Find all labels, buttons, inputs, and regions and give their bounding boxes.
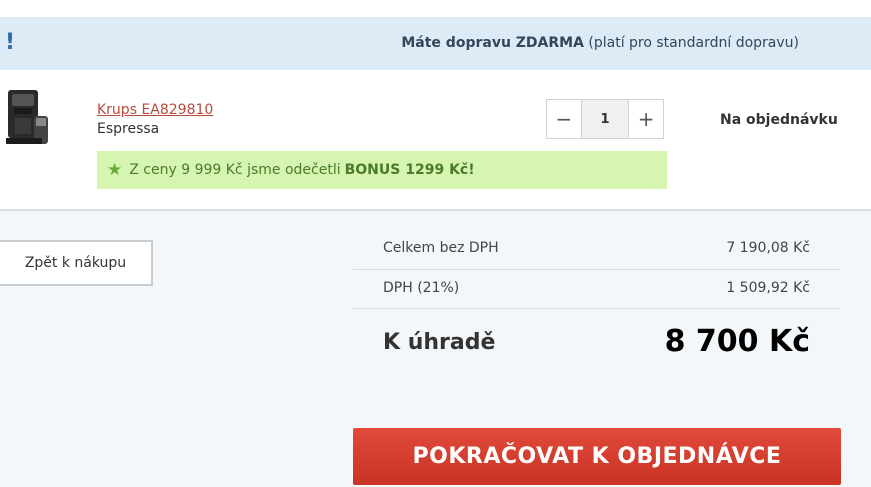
bonus-amount: BONUS 1299 Kč! xyxy=(344,162,475,178)
star-icon: ★ xyxy=(107,160,123,180)
product-name-link[interactable]: Krups EA829810 xyxy=(97,101,213,119)
minus-icon[interactable]: − xyxy=(547,100,581,138)
banner-bold-text: Máte dopravu ZDARMA xyxy=(401,35,584,51)
back-to-shopping-button[interactable]: Zpět k nákupu xyxy=(0,240,153,286)
exclamation-icon: ! xyxy=(5,30,16,55)
subtotal-label: Celkem bez DPH xyxy=(383,240,499,256)
vat-value: 1 509,92 Kč xyxy=(726,280,810,296)
quantity-input[interactable]: 1 xyxy=(580,100,630,138)
product-category: Espressa xyxy=(97,121,160,137)
cart-page: ! Máte dopravu ZDARMA (platí pro standar… xyxy=(0,0,871,487)
free-shipping-banner: ! Máte dopravu ZDARMA (platí pro standar… xyxy=(0,17,871,70)
banner-text: Máte dopravu ZDARMA (platí pro standardn… xyxy=(401,34,799,52)
total-value: 8 700 Kč xyxy=(664,324,810,359)
continue-to-order-button[interactable]: POKRAČOVAT K OBJEDNÁVCE xyxy=(353,428,841,485)
availability-status: Na objednávku xyxy=(720,112,838,128)
divider xyxy=(353,269,840,270)
vat-label: DPH (21%) xyxy=(383,280,460,296)
bonus-notice: ★ Z ceny 9 999 Kč jsme odečetli BONUS 12… xyxy=(97,151,667,189)
divider xyxy=(353,308,840,309)
subtotal-value: 7 190,08 Kč xyxy=(726,240,810,256)
banner-extra-text: (platí pro standardní dopravu) xyxy=(588,35,799,51)
bonus-text: Z ceny 9 999 Kč jsme odečetli xyxy=(129,162,341,178)
plus-icon[interactable]: + xyxy=(629,100,663,138)
coffee-machine-image[interactable] xyxy=(4,88,52,150)
total-label: K úhradě xyxy=(383,330,496,355)
quantity-stepper: − 1 + xyxy=(546,99,664,139)
